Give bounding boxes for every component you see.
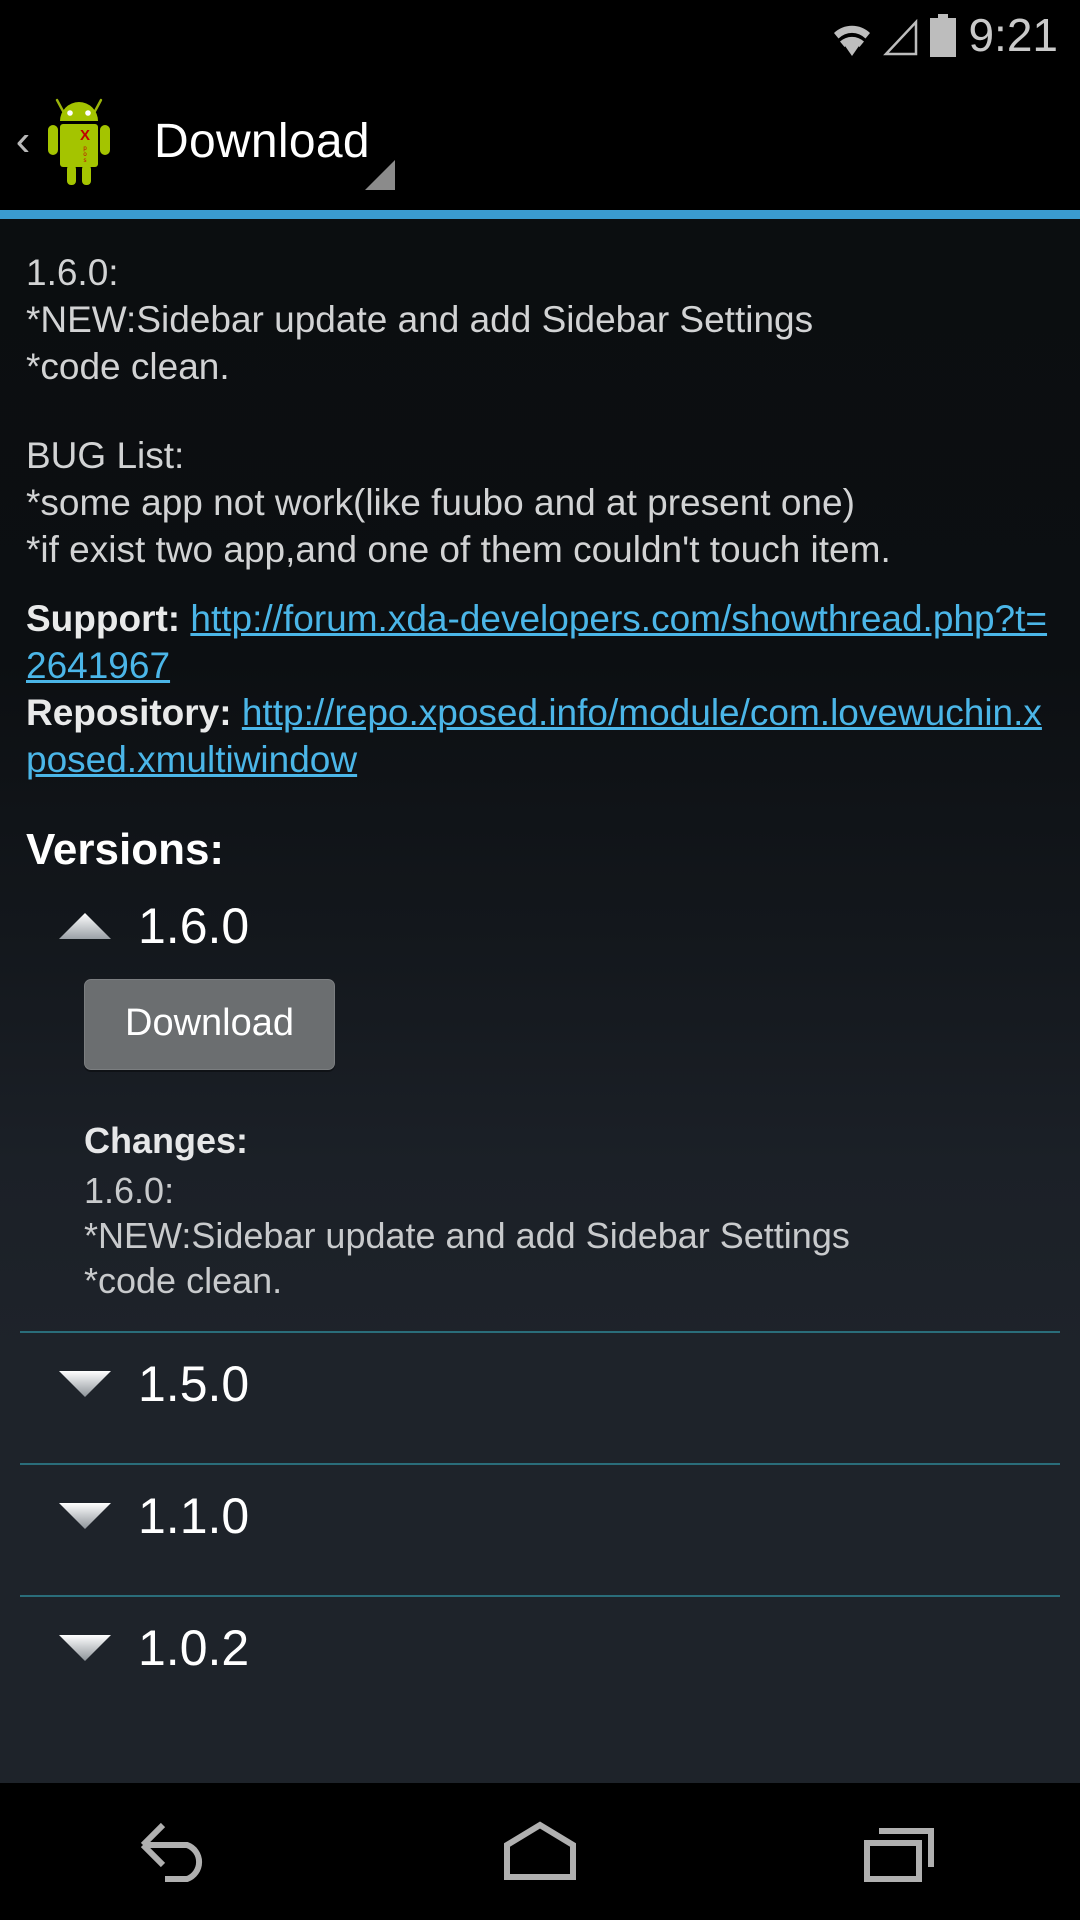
- version-body: Download Changes: 1.6.0: *NEW:Sidebar up…: [0, 977, 1080, 1303]
- version-entry-1-0-2: 1.0.2: [0, 1597, 1080, 1699]
- desc-bug-1: *some app not work(like fuubo and at pre…: [26, 482, 855, 523]
- version-row-header[interactable]: 1.5.0: [0, 1333, 1080, 1435]
- chevron-up-glyph: [59, 913, 111, 939]
- action-bar: ‹ X p o s Download: [0, 72, 1080, 210]
- chevron-down-glyph: [59, 1503, 111, 1529]
- version-row-header[interactable]: 1.0.2: [0, 1597, 1080, 1699]
- svg-text:X: X: [80, 127, 90, 144]
- home-button[interactable]: [450, 1783, 630, 1920]
- status-bar-icons: [830, 14, 958, 58]
- scroll-content[interactable]: 1.6.0: *NEW:Sidebar update and add Sideb…: [0, 219, 1080, 1792]
- version-name: 1.0.2: [138, 1620, 250, 1676]
- chevron-down-icon[interactable]: [56, 1631, 130, 1665]
- version-name: 1.6.0: [138, 898, 250, 954]
- desc-spacer: [26, 390, 1054, 432]
- page-title: Download: [154, 114, 370, 168]
- status-bar: 9:21: [0, 0, 1080, 72]
- chevron-up-icon[interactable]: [56, 909, 130, 943]
- desc-spacer-2: [26, 573, 1054, 595]
- context-menu-indicator-icon[interactable]: [365, 160, 395, 190]
- download-button[interactable]: Download: [84, 979, 335, 1070]
- version-name: 1.1.0: [138, 1488, 250, 1544]
- recents-button[interactable]: [810, 1783, 990, 1920]
- changes-text: 1.6.0: *NEW:Sidebar update and add Sideb…: [84, 1170, 850, 1301]
- changes-label: Changes:: [84, 1120, 249, 1161]
- version-row-header[interactable]: 1.1.0: [0, 1465, 1080, 1567]
- version-name: 1.5.0: [138, 1356, 250, 1412]
- svg-text:s: s: [84, 158, 87, 164]
- version-row-header[interactable]: 1.6.0: [0, 875, 1080, 977]
- repository-line: Repository: http://repo.xposed.info/modu…: [26, 689, 1054, 783]
- status-bar-clock: 9:21: [968, 8, 1058, 61]
- chevron-down-icon[interactable]: [56, 1367, 130, 1401]
- support-label: Support:: [26, 598, 181, 639]
- desc-line-new: *NEW:Sidebar update and add Sidebar Sett…: [26, 299, 814, 340]
- version-entry-1-5-0: 1.5.0: [0, 1333, 1080, 1465]
- chevron-down-icon[interactable]: [56, 1499, 130, 1533]
- system-navigation-bar: [0, 1783, 1080, 1920]
- versions-header: Versions:: [26, 825, 225, 874]
- home-icon: [504, 1820, 576, 1880]
- desc-bug-list-header: BUG List:: [26, 435, 185, 476]
- back-button[interactable]: [90, 1783, 270, 1920]
- battery-icon: [930, 14, 957, 57]
- version-entry-1-1-0: 1.1.0: [0, 1465, 1080, 1597]
- chevron-down-glyph: [59, 1371, 111, 1397]
- repository-label: Repository:: [26, 692, 232, 733]
- version-entry-1-6-0: 1.6.0 Download Changes: 1.6.0: *NEW:Side…: [0, 875, 1080, 1333]
- recents-icon: [864, 1827, 934, 1882]
- support-link[interactable]: http://forum.xda-developers.com/showthre…: [26, 598, 1047, 686]
- back-icon: [140, 1822, 203, 1882]
- cell-signal-icon: [883, 18, 918, 56]
- xposed-logo-icon: X p o s: [48, 98, 110, 185]
- up-navigation-caret[interactable]: ‹: [8, 119, 38, 163]
- desc-line-code-clean: *code clean.: [26, 346, 230, 387]
- desc-bug-2: *if exist two app,and one of them couldn…: [26, 529, 891, 570]
- wifi-icon: [834, 25, 871, 56]
- accent-divider: [0, 210, 1080, 219]
- module-description: 1.6.0: *NEW:Sidebar update and add Sideb…: [0, 219, 1080, 783]
- support-line: Support: http://forum.xda-developers.com…: [26, 595, 1054, 689]
- chevron-down-glyph: [59, 1635, 111, 1661]
- desc-version-header: 1.6.0:: [26, 252, 119, 293]
